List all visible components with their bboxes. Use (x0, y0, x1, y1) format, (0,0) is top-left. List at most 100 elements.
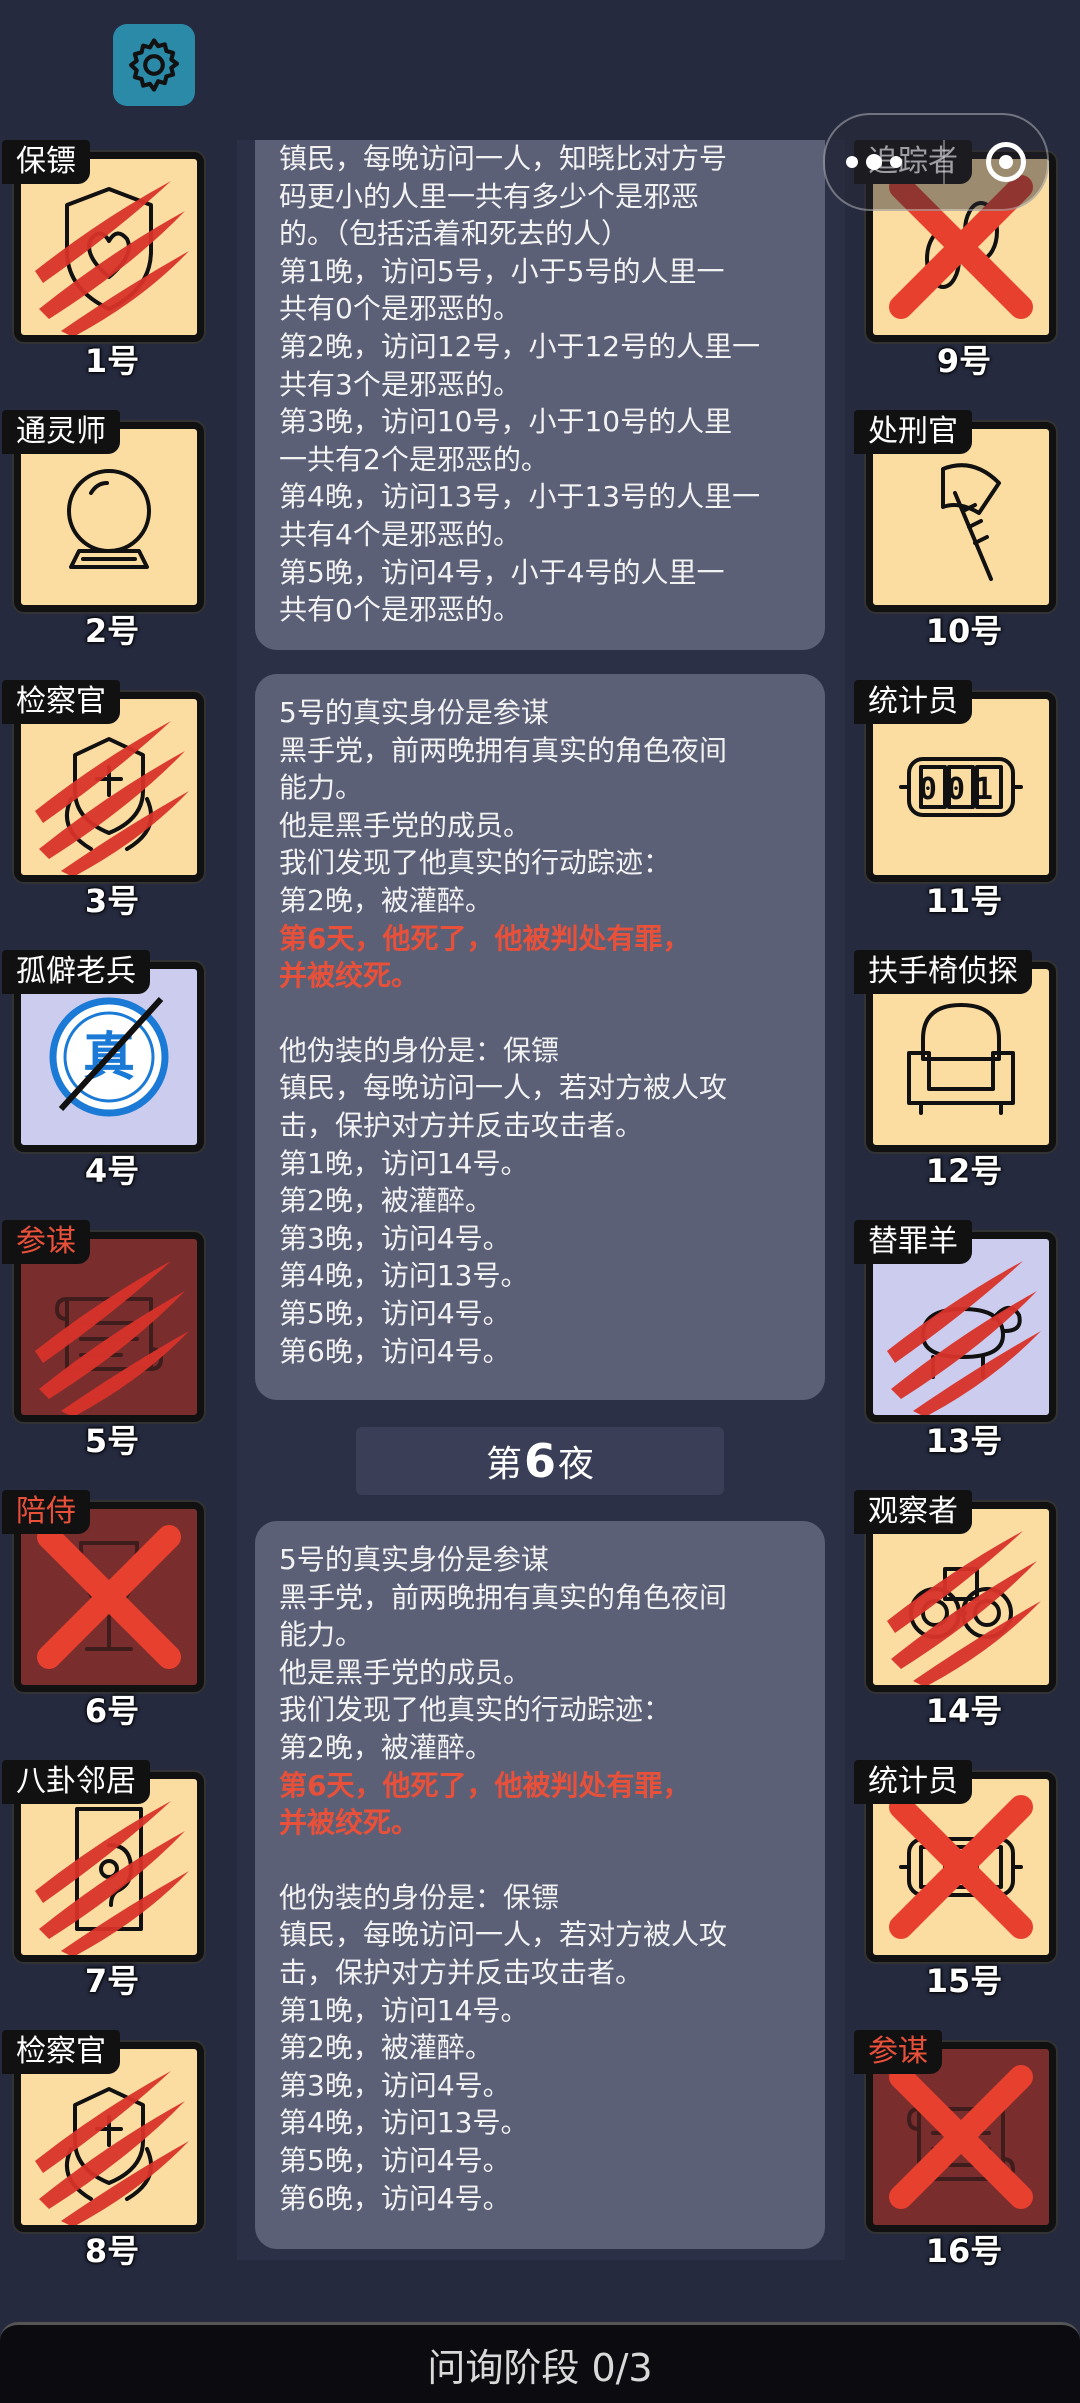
claw-mark-icon (35, 721, 189, 875)
card-line: 第1晚，访问14号。 (279, 1146, 529, 1180)
player-card-1号[interactable]: 保镖 1号 (2, 140, 204, 398)
player-role-label: 替罪羊 (854, 1220, 972, 1264)
player-card-13号[interactable]: 替罪羊 13号 (854, 1220, 1056, 1478)
player-role-label: 孤僻老兵 (2, 950, 150, 994)
phase-bar: 问询阶段 0/3 (0, 2322, 1080, 2403)
card-line: 第2晚，被灌醉。 (279, 2031, 493, 2065)
card-line: 我们发现了他真实的行动踪迹： (279, 1693, 672, 1727)
card-line: 我们发现了他真实的行动踪迹： (279, 846, 672, 880)
axe-icon (941, 463, 1001, 581)
dead-cross-icon (889, 1795, 1033, 1939)
card-gap (279, 995, 801, 1032)
card-line: 第5晚，访问4号，小于4号的人里一 (279, 555, 725, 589)
player-number: 14号 (925, 1692, 1003, 1730)
player-role-label: 扶手椅侦探 (854, 950, 1032, 994)
player-number: 7号 (84, 1962, 140, 2000)
player-card-10号[interactable]: 处刑官 10号 (854, 410, 1056, 668)
card-line: 他是黑手党的成员。 (279, 808, 532, 842)
player-card-12号[interactable]: 扶手椅侦探 12号 (854, 950, 1056, 1208)
player-number: 1号 (84, 342, 140, 380)
close-target-icon[interactable] (986, 142, 1027, 182)
player-number: 6号 (84, 1692, 140, 1730)
card-line: 5号的真实身份是参谋 (279, 1543, 549, 1576)
dead-cross-icon (889, 2065, 1033, 2209)
card-line: 第2晚，访问12号，小于12号的人里一 (279, 329, 761, 363)
more-menu-icon[interactable] (845, 154, 902, 170)
card-line: 并被绞死。 (279, 1806, 420, 1840)
card-line: 第2晚，被灌醉。 (279, 1184, 493, 1218)
card-line: 第2晚，被灌醉。 (279, 1730, 493, 1764)
player-role-label: 陪侍 (2, 1490, 90, 1534)
player-card-16号[interactable]: 参谋 16号 (854, 2030, 1056, 2288)
player-number: 13号 (925, 1422, 1003, 1460)
card-line: 第3晚，访问10号，小于10号的人里 (279, 405, 733, 439)
player-role-label: 参谋 (854, 2030, 942, 2074)
player-role-label: 统计员 (854, 680, 972, 724)
player-card-2号[interactable]: 通灵师 2号 (2, 410, 204, 668)
crystal-ball-icon (67, 469, 151, 569)
card-line: 共有0个是邪恶的。 (279, 593, 521, 627)
night-header: 第6夜 (356, 1427, 724, 1495)
card-line: 第4晚，访问13号，小于13号的人里一 (279, 480, 761, 514)
player-role-label: 统计员 (854, 1760, 972, 1804)
true-stamp-icon: 真 (49, 996, 169, 1117)
player-number: 4号 (84, 1152, 140, 1190)
player-role-label: 检察官 (2, 2030, 120, 2074)
card-line: 能力。 (279, 1618, 364, 1652)
player-card-6号[interactable]: 陪侍 6号 (2, 1490, 204, 1748)
settings-button[interactable] (113, 24, 195, 106)
night-prefix: 第 (485, 1444, 522, 1485)
capsule-divider (942, 140, 945, 184)
player-number: 10号 (925, 612, 1003, 650)
card-line: 并被绞死。 (279, 959, 420, 993)
player-number: 9号 (936, 342, 992, 380)
player-card-8号[interactable]: 检察官 8号 (2, 2030, 204, 2288)
player-number: 8号 (84, 2232, 140, 2270)
counter-icon: 001 (899, 757, 1023, 817)
card-line: 击，保护对方并反击攻击者。 (279, 1108, 644, 1142)
counter-digits: 001 (919, 772, 1003, 807)
armchair-icon (907, 1003, 1015, 1115)
claw-mark-icon (35, 1801, 189, 1955)
card-line: 第4晚，访问13号。 (279, 2106, 529, 2140)
player-card-11号[interactable]: 001 统计员 11号 (854, 680, 1056, 938)
card-line: 击，保护对方并反击攻击者。 (279, 1955, 644, 1989)
player-number: 12号 (925, 1152, 1003, 1190)
player-role-label: 观察者 (854, 1490, 972, 1534)
card-line: 第3晚，访问4号。 (279, 1221, 511, 1255)
card-line: 的。（包括活着和死去的人） (279, 217, 630, 251)
message-card-1: 镇民，每晚访问一人，知晓比对方号 码更小的人里一共有多少个是邪恶 的。（包括活着和死… (255, 140, 825, 650)
card-line: 第3晚，访问4号。 (279, 2068, 511, 2102)
card-line: 第6晚，访问4号。 (279, 1334, 511, 1368)
claw-mark-icon (35, 181, 189, 335)
player-role-label: 检察官 (2, 680, 120, 724)
player-card-15号[interactable]: 统计员 15号 (854, 1760, 1056, 2018)
card-line: 黑手党，前两晚拥有真实的角色夜间 (279, 733, 728, 767)
card-line: 共有3个是邪恶的。 (279, 367, 521, 401)
player-number: 3号 (84, 882, 140, 920)
message-card-3: 5号的真实身份是参谋黑手党，前两晚拥有真实的角色夜间 能力。 他是黑手党的成员。我们… (255, 1521, 825, 2249)
player-card-3号[interactable]: 检察官 3号 (2, 680, 204, 938)
claw-mark-icon (887, 1261, 1041, 1415)
player-role-label: 保镖 (2, 140, 90, 184)
night-suffix: 夜 (558, 1444, 595, 1485)
card-line: 共有0个是邪恶的。 (279, 292, 521, 326)
card-line: 黑手党，前两晚拥有真实的角色夜间 (279, 1580, 728, 1614)
claw-mark-icon (35, 2071, 189, 2225)
player-number: 2号 (84, 612, 140, 650)
card-line: 他是黑手党的成员。 (279, 1655, 532, 1689)
player-number: 5号 (84, 1422, 140, 1460)
card-line: 能力。 (279, 771, 364, 805)
card-line: 第4晚，访问13号。 (279, 1259, 529, 1293)
card-line: 第5晚，访问4号。 (279, 2143, 511, 2177)
card-line: 第2晚，被灌醉。 (279, 883, 493, 917)
night-number: 6 (523, 1434, 556, 1488)
card-line: 第5晚，访问4号。 (279, 1296, 511, 1330)
player-card-5号[interactable]: 参谋 5号 (2, 1220, 204, 1478)
player-role-label: 通灵师 (2, 410, 120, 454)
player-number: 16号 (925, 2232, 1003, 2270)
player-card-7号[interactable]: 八卦邻居 7号 (2, 1760, 204, 2018)
player-role-label: 参谋 (2, 1220, 90, 1264)
player-card-14号[interactable]: 观察者 14号 (854, 1490, 1056, 1748)
player-card-4号[interactable]: 真孤僻老兵 4号 (2, 950, 204, 1208)
